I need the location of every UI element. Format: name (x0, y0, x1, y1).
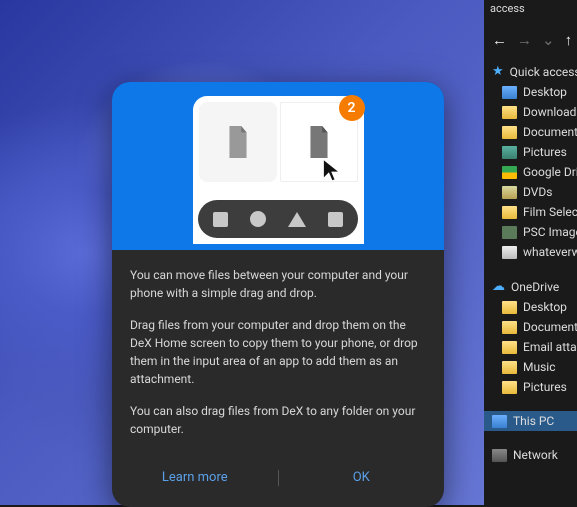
tree-label: Documents (523, 125, 577, 139)
dialog-body: You can move files between your computer… (112, 250, 444, 456)
tree-label: Desktop (523, 85, 567, 99)
pc-icon (492, 415, 507, 428)
tree-label: whateverwa (523, 245, 577, 259)
tree-od-desktop[interactable]: Desktop (484, 297, 577, 317)
illustration-card: 2 (193, 96, 364, 244)
tree-label: Pictures (523, 145, 567, 159)
illustration-file-right: 2 (280, 102, 358, 182)
tree-quick-access[interactable]: ★ Quick access (484, 61, 577, 82)
file-count-badge: 2 (339, 95, 365, 121)
tree-label: Desktop (523, 300, 567, 314)
dialog-para-3: You can also drag files from DeX to any … (130, 402, 426, 438)
tree-od-music[interactable]: Music (484, 357, 577, 377)
nav-back-icon (288, 212, 306, 227)
dialog-actions: Learn more OK (112, 456, 444, 507)
explorer-nav: ← → ⌄ ↑ (484, 23, 577, 59)
folder-icon (502, 321, 517, 334)
tree-label: Documents (523, 320, 577, 334)
explorer-panel: access ← → ⌄ ↑ ★ Quick access Desktop Dow… (484, 0, 577, 505)
folder-icon (502, 361, 517, 374)
tree-whatever[interactable]: whateverwa (484, 242, 577, 262)
dialog-para-1: You can move files between your computer… (130, 266, 426, 302)
folder-icon (502, 226, 517, 239)
folder-icon (502, 341, 517, 354)
desktop-icon (502, 86, 517, 99)
tree-label: PSC Image (523, 225, 577, 239)
explorer-tree: ★ Quick access Desktop Downloads Document… (484, 59, 577, 467)
folder-icon (502, 126, 517, 139)
tree-pictures[interactable]: Pictures (484, 142, 577, 162)
tree-label: Email attac (523, 340, 577, 354)
tree-network[interactable]: Network (484, 445, 577, 465)
tree-film-select[interactable]: Film Select (484, 202, 577, 222)
nav-back-button[interactable]: ← (492, 31, 507, 49)
dialog-illustration: 2 (112, 82, 444, 250)
tree-this-pc[interactable]: This PC (484, 411, 577, 431)
tree-dvds[interactable]: DVDs (484, 182, 577, 202)
nav-home-icon (250, 211, 266, 227)
tree-desktop[interactable]: Desktop (484, 82, 577, 102)
network-icon (492, 449, 507, 462)
tree-od-pictures[interactable]: Pictures (484, 377, 577, 397)
tree-label: Network (513, 448, 558, 462)
folder-icon (502, 301, 517, 314)
nav-extra-icon (328, 212, 343, 227)
tree-label: OneDrive (511, 280, 559, 294)
nav-up-button[interactable]: ↑ (565, 31, 573, 49)
tree-google-drive[interactable]: Google Dri (484, 162, 577, 182)
nav-history-dropdown[interactable]: ⌄ (542, 31, 555, 49)
tree-label: Google Dri (523, 165, 577, 179)
dex-drag-drop-dialog: 2 You can move files between your comput… (112, 82, 444, 507)
illustration-file-left (199, 102, 277, 182)
header-fragment: access (490, 2, 525, 15)
star-icon: ★ (492, 64, 504, 79)
folder-icon (502, 246, 517, 259)
panel-header: access (484, 0, 577, 23)
learn-more-button[interactable]: Learn more (112, 462, 278, 493)
tree-label: Quick access (510, 65, 577, 79)
tree-onedrive[interactable]: ☁ OneDrive (484, 276, 577, 297)
folder-icon (502, 206, 517, 219)
tree-label: Pictures (523, 380, 567, 394)
cursor-icon (321, 157, 343, 183)
tree-label: DVDs (523, 185, 552, 199)
tree-od-documents[interactable]: Documents (484, 317, 577, 337)
nav-forward-button[interactable]: → (517, 31, 532, 49)
folder-icon (502, 186, 517, 199)
tree-od-email[interactable]: Email attac (484, 337, 577, 357)
tree-documents[interactable]: Documents (484, 122, 577, 142)
folder-icon (502, 106, 517, 119)
tree-label: Film Select (523, 205, 577, 219)
dialog-para-2: Drag files from your computer and drop t… (130, 316, 426, 388)
pictures-icon (502, 146, 517, 159)
ok-button[interactable]: OK (279, 462, 445, 493)
cloud-icon: ☁ (492, 279, 505, 294)
folder-icon (502, 381, 517, 394)
tree-label: This PC (513, 414, 554, 428)
google-drive-icon (502, 166, 517, 179)
android-nav-bar (198, 200, 358, 238)
tree-psc-images[interactable]: PSC Image (484, 222, 577, 242)
tree-label: Music (523, 360, 555, 374)
tree-label: Downloads (523, 105, 577, 119)
nav-recents-icon (213, 212, 228, 227)
tree-downloads[interactable]: Downloads (484, 102, 577, 122)
